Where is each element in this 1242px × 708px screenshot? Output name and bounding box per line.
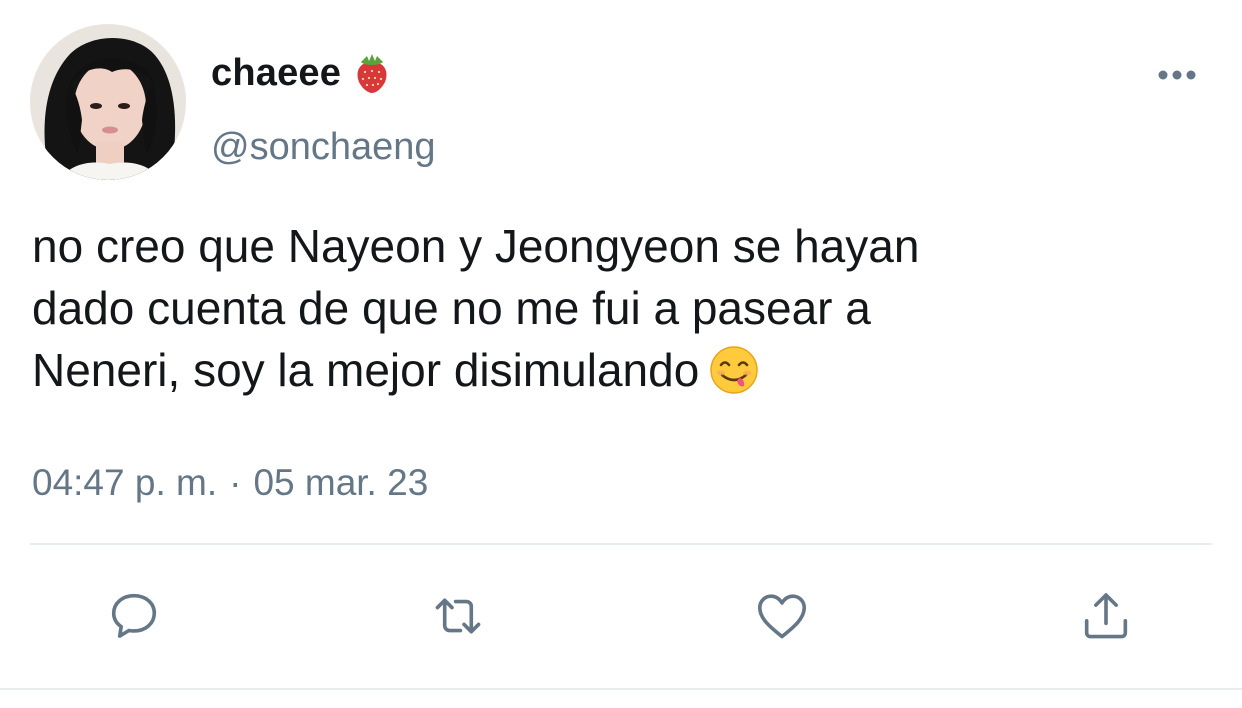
more-icon: [1158, 70, 1196, 80]
tweet-line: no creo que Nayeon y Jeongyeon se hayan: [32, 220, 920, 272]
reply-button[interactable]: [102, 584, 166, 648]
divider-bottom: [0, 688, 1242, 690]
tweet-date: 05 mar. 23: [253, 462, 429, 503]
divider: [30, 543, 1212, 545]
avatar[interactable]: [30, 24, 186, 180]
tweet-line-text: Neneri, soy la mejor disimulando: [32, 344, 700, 396]
tweet-line-last: Neneri, soy la mejor disimulando: [32, 339, 1192, 401]
display-name[interactable]: chaeee: [211, 52, 341, 95]
author-name[interactable]: chaeee: [211, 50, 391, 96]
tweet-line: dado cuenta de que no me fui a pasear a: [32, 282, 871, 334]
like-button[interactable]: [750, 584, 814, 648]
share-icon: [1084, 593, 1128, 639]
retweet-button[interactable]: [426, 584, 490, 648]
reply-icon: [111, 593, 157, 638]
avatar-image: [30, 24, 186, 180]
face-savoring-food-icon: [710, 346, 759, 394]
tweet-timestamp[interactable]: 04:47 p. m. · 05 mar. 23: [32, 462, 428, 504]
strawberry-icon: [357, 54, 387, 93]
tweet-time: 04:47 p. m.: [32, 462, 218, 503]
timestamp-separator: ·: [229, 462, 242, 503]
more-options-button[interactable]: [1154, 58, 1200, 92]
author-handle[interactable]: @sonchaeng: [211, 126, 436, 169]
retweet-icon: [435, 598, 481, 634]
tweet-text: no creo que Nayeon y Jeongyeon se hayan …: [32, 215, 1192, 401]
share-button[interactable]: [1074, 584, 1138, 648]
heart-icon: [757, 594, 807, 639]
